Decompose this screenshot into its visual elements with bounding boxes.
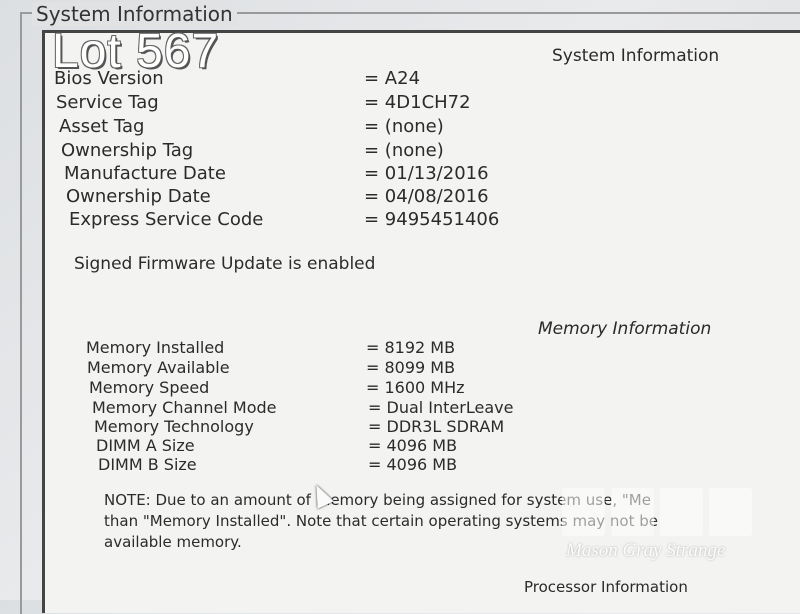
info-label: Memory Speed bbox=[89, 378, 210, 397]
info-label: Memory Technology bbox=[94, 417, 254, 436]
info-label: Express Service Code bbox=[69, 209, 264, 230]
memory-row-dimm-b: DIMM B Size = 4096 MB bbox=[98, 455, 457, 474]
info-value: = (none) bbox=[364, 140, 444, 161]
info-row-ownership-date: Ownership Date = 04/08/2016 bbox=[66, 186, 489, 207]
info-row-ownership-tag: Ownership Tag = (none) bbox=[61, 140, 444, 161]
info-row-asset-tag: Asset Tag = (none) bbox=[59, 116, 444, 137]
info-label: DIMM B Size bbox=[98, 455, 197, 474]
info-value: = 8192 MB bbox=[366, 338, 456, 357]
info-value: = Dual InterLeave bbox=[368, 398, 514, 417]
bios-screen: System Information System Information Bi… bbox=[0, 0, 800, 614]
info-label: Memory Channel Mode bbox=[92, 398, 277, 417]
info-row-manufacture-date: Manufacture Date = 01/13/2016 bbox=[64, 163, 489, 184]
memory-row-technology: Memory Technology = DDR3L SDRAM bbox=[94, 417, 504, 436]
info-value: = A24 bbox=[364, 68, 421, 89]
firmware-status: Signed Firmware Update is enabled bbox=[74, 254, 376, 274]
info-label: Manufacture Date bbox=[64, 163, 226, 184]
info-label: Service Tag bbox=[56, 92, 159, 113]
info-value: = 4096 MB bbox=[368, 455, 458, 474]
info-label: Memory Available bbox=[87, 358, 230, 377]
info-label: DIMM A Size bbox=[96, 436, 195, 455]
lot-overlay-label: Lot 567 bbox=[52, 25, 220, 78]
info-label: Ownership Date bbox=[66, 186, 211, 207]
memory-row-channel-mode: Memory Channel Mode = Dual InterLeave bbox=[92, 398, 513, 417]
info-value: = 8099 MB bbox=[366, 358, 456, 377]
info-value: = DDR3L SDRAM bbox=[368, 417, 505, 436]
info-value: = 01/13/2016 bbox=[364, 163, 489, 184]
info-value: = 04/08/2016 bbox=[364, 186, 489, 207]
info-value: = 4D1CH72 bbox=[364, 92, 471, 113]
memory-row-speed: Memory Speed = 1600 MHz bbox=[89, 378, 465, 397]
system-info-title: System Information bbox=[552, 46, 720, 66]
info-value: = 9495451406 bbox=[364, 209, 500, 230]
info-row-service-tag: Service Tag = 4D1CH72 bbox=[56, 92, 471, 113]
watermark-logo-icon bbox=[562, 488, 752, 536]
watermark-text: Mason Gray Strange bbox=[566, 540, 726, 561]
note-line: available memory. bbox=[104, 533, 242, 551]
memory-row-dimm-a: DIMM A Size = 4096 MB bbox=[96, 436, 457, 455]
info-value: = 1600 MHz bbox=[366, 378, 465, 397]
info-value: = (none) bbox=[364, 116, 444, 137]
groupbox-title: System Information bbox=[32, 2, 237, 26]
info-row-express-service-code: Express Service Code = 9495451406 bbox=[69, 209, 499, 230]
info-value: = 4096 MB bbox=[368, 436, 458, 455]
processor-info-title: Processor Information bbox=[524, 578, 688, 596]
info-label: Memory Installed bbox=[86, 338, 225, 357]
memory-row-available: Memory Available = 8099 MB bbox=[87, 358, 455, 377]
memory-row-installed: Memory Installed = 8192 MB bbox=[86, 338, 455, 357]
info-label: Asset Tag bbox=[59, 116, 145, 137]
memory-info-title: Memory Information bbox=[538, 319, 712, 339]
info-label: Ownership Tag bbox=[61, 140, 194, 161]
